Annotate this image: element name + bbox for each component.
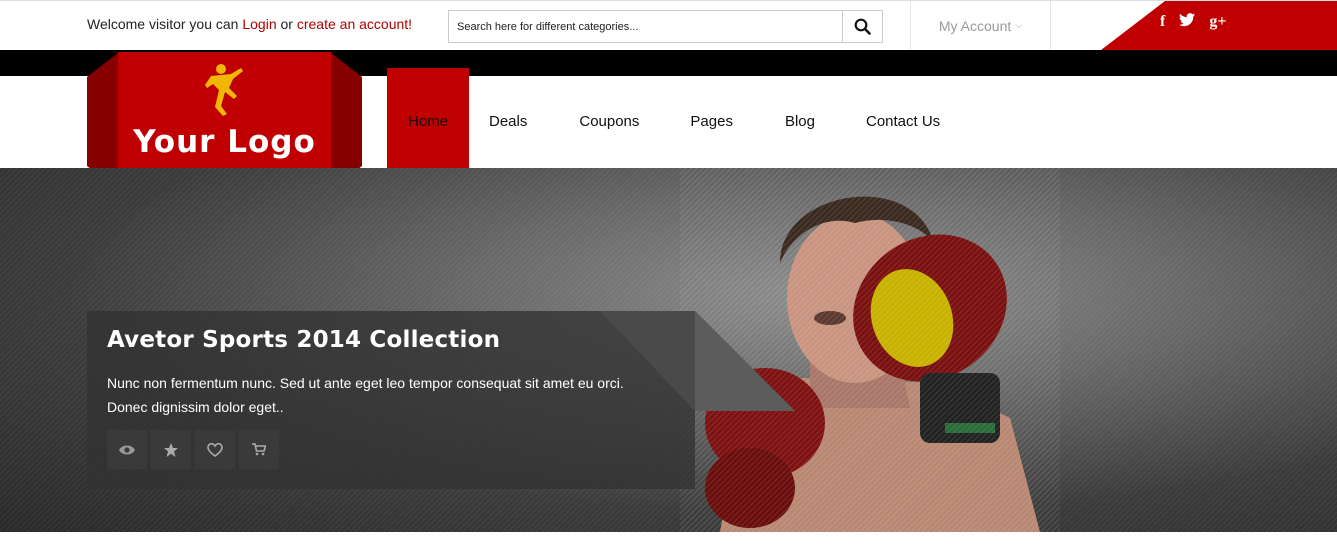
fighter-icon — [205, 64, 243, 116]
nav-home[interactable]: Home — [387, 68, 469, 176]
search-bar — [448, 10, 883, 43]
nav-deals[interactable]: Deals — [489, 68, 527, 176]
social-links: f g+ — [1160, 13, 1226, 31]
heart-icon — [207, 442, 223, 457]
main-menu: Home Deals Coupons Pages Blog Contact Us — [387, 68, 940, 176]
search-input[interactable] — [449, 11, 842, 42]
nav-coupons[interactable]: Coupons — [579, 68, 639, 176]
twitter-icon[interactable] — [1179, 13, 1196, 31]
hero-actions — [107, 430, 279, 469]
nav-pages[interactable]: Pages — [690, 68, 733, 176]
cart-icon — [252, 443, 266, 456]
my-account-dropdown[interactable]: My Account ⌵ — [910, 1, 1051, 50]
chevron-down-icon: ⌵ — [1015, 20, 1023, 30]
add-to-cart-button[interactable] — [239, 430, 279, 469]
top-bar: Welcome visitor you can Login or create … — [0, 0, 1337, 50]
search-icon — [854, 18, 871, 35]
nav-contact-us[interactable]: Contact Us — [866, 68, 940, 176]
hero-title: Avetor Sports 2014 Collection — [107, 327, 501, 353]
facebook-icon[interactable]: f — [1160, 14, 1165, 30]
my-account-label: My Account — [938, 17, 1012, 34]
welcome-message: Welcome visitor you can Login or create … — [87, 16, 412, 32]
hero-description: Nunc non fermentum nunc. Sed ut ante ege… — [107, 375, 624, 415]
welcome-text: Welcome visitor you can — [87, 16, 239, 32]
view-button[interactable] — [107, 430, 147, 469]
google-plus-icon[interactable]: g+ — [1209, 14, 1226, 30]
eye-icon — [119, 445, 135, 454]
logo-text: Your Logo — [133, 124, 316, 160]
page-bottom — [0, 532, 1337, 546]
or-text: or — [280, 16, 293, 32]
hero-slider: Avetor Sports 2014 Collection Nunc non f… — [0, 168, 1337, 532]
star-icon — [164, 442, 178, 457]
favorite-button[interactable] — [151, 430, 191, 469]
create-account-link[interactable]: create an account! — [297, 16, 412, 32]
search-button[interactable] — [842, 11, 882, 42]
wishlist-button[interactable] — [195, 430, 235, 469]
login-link[interactable]: Login — [242, 16, 276, 32]
nav-blog[interactable]: Blog — [785, 68, 815, 176]
